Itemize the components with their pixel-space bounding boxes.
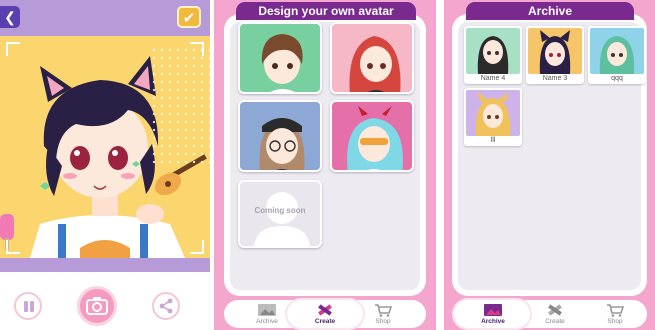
share-icon <box>159 298 173 314</box>
nav-shop-label: Shop <box>607 318 623 325</box>
avatar-thumbnail <box>349 36 401 92</box>
coming-soon-card: Coming soon <box>238 180 322 248</box>
pencil-ruler-icon <box>548 304 562 316</box>
nav-archive-label: Archive <box>256 318 278 325</box>
nav-create-label: Create <box>314 318 336 325</box>
image-icon <box>484 304 502 316</box>
check-icon: ✔ <box>182 10 196 27</box>
confirm-button[interactable]: ✔ <box>177 6 201 28</box>
nav-shop[interactable]: Shop <box>590 300 640 328</box>
pause-button[interactable] <box>14 292 42 320</box>
archive-thumbnail <box>590 28 644 74</box>
page-title: Design your own avatar <box>236 2 416 20</box>
share-button[interactable] <box>152 292 180 320</box>
archive-thumbnail <box>528 28 582 74</box>
archive-item[interactable]: Name 4 <box>464 26 522 84</box>
camera-icon <box>86 297 108 315</box>
dot-pattern <box>150 46 210 166</box>
design-screen: Design your own avatar Coming soon Archi… <box>214 0 436 330</box>
archive-item[interactable]: Name 3 <box>526 26 584 84</box>
avatar-thumbnail <box>259 118 305 170</box>
capture-button[interactable] <box>77 286 117 326</box>
nav-create[interactable]: Create <box>300 300 350 328</box>
archive-item-name: lll <box>490 137 496 144</box>
cart-icon <box>607 304 625 317</box>
frame-corner <box>190 240 204 254</box>
frame-corner <box>190 42 204 56</box>
frame-corner <box>6 240 20 254</box>
bottom-nav: Archive Create Shop <box>452 300 647 328</box>
avatar-template-card[interactable] <box>330 22 414 94</box>
archive-item-name: Name 3 <box>542 75 568 82</box>
photo-bottom-band <box>0 258 210 272</box>
page-title: Archive <box>466 2 634 20</box>
pencil-ruler-icon <box>318 304 332 316</box>
avatar-template-card[interactable] <box>330 100 414 172</box>
avatar-template-card[interactable] <box>238 100 322 172</box>
image-icon <box>258 304 276 316</box>
chevron-left-icon: ❮ <box>4 9 16 25</box>
nav-archive[interactable]: Archive <box>468 300 518 328</box>
nav-archive-label: Archive <box>481 318 505 325</box>
archive-screen: Archive Name 4 Name 3 qqq lll Archive Cr… <box>444 0 655 330</box>
archive-thumbnail <box>466 90 520 136</box>
avatar-template-card[interactable] <box>238 22 322 94</box>
avatar-photo <box>0 36 210 258</box>
archive-item-name: qqq <box>611 75 623 82</box>
bottom-nav: Archive Create Shop <box>224 300 426 328</box>
archive-thumbnail <box>466 28 520 74</box>
archive-item[interactable]: lll <box>464 88 522 146</box>
nav-shop[interactable]: Shop <box>358 300 408 328</box>
nav-create[interactable]: Create <box>530 300 580 328</box>
nav-archive[interactable]: Archive <box>242 300 292 328</box>
archive-item-name: Name 4 <box>480 75 506 82</box>
coming-soon-label: Coming soon <box>254 206 306 215</box>
screenshot-collage: ❮ ✔ Design your own avatar Coming soon A… <box>0 0 655 330</box>
placeholder-avatar-icon <box>254 192 310 246</box>
back-button[interactable]: ❮ <box>0 6 20 28</box>
cart-icon <box>375 304 393 317</box>
nav-shop-label: Shop <box>375 318 391 325</box>
archive-item[interactable]: qqq <box>588 26 646 84</box>
frame-corner <box>6 42 20 56</box>
avatar-thumbnail <box>347 106 403 170</box>
nav-create-label: Create <box>545 318 565 325</box>
camera-screen: ❮ ✔ <box>0 0 210 330</box>
avatar-thumbnail <box>261 34 303 92</box>
